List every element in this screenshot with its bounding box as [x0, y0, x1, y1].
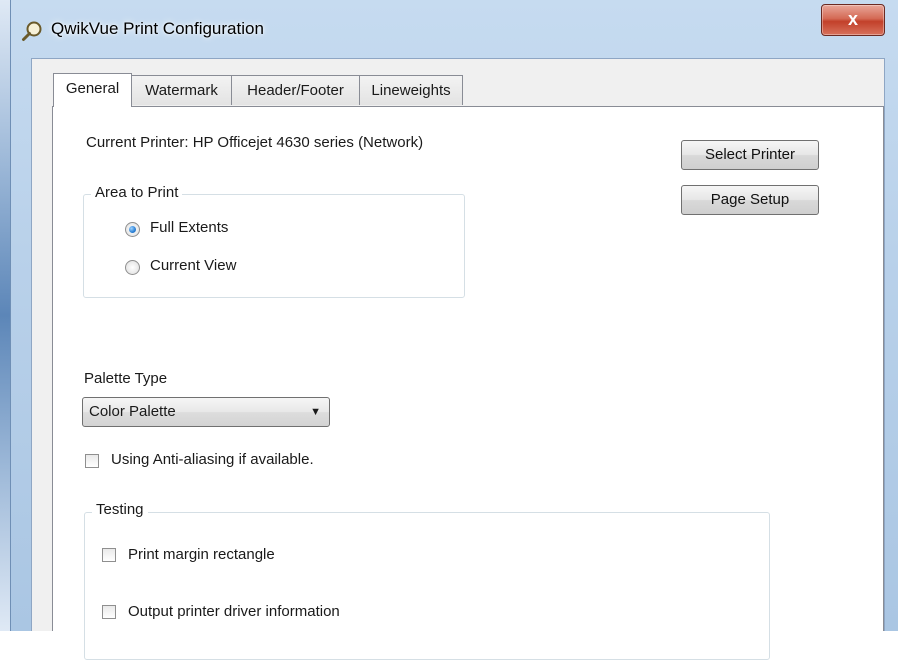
- current-printer-label: Current Printer: HP Officejet 4630 serie…: [86, 134, 424, 151]
- area-to-print-legend: Area to Print: [91, 184, 183, 201]
- general-tab-panel: Current Printer: HP Officejet 4630 serie…: [52, 106, 884, 660]
- area-to-print-group: [83, 194, 465, 298]
- palette-type-value: Color Palette: [89, 403, 176, 420]
- select-printer-button[interactable]: Select Printer: [681, 140, 819, 170]
- print-margin-rectangle-label[interactable]: Print margin rectangle: [128, 546, 275, 563]
- anti-aliasing-label[interactable]: Using Anti-aliasing if available.: [111, 451, 314, 468]
- current-view-label[interactable]: Current View: [150, 257, 236, 274]
- anti-aliasing-checkbox[interactable]: [85, 454, 99, 468]
- print-margin-rectangle-checkbox[interactable]: [102, 548, 116, 562]
- tab-watermark[interactable]: Watermark: [131, 75, 232, 105]
- close-icon: x: [847, 9, 858, 29]
- window-title: QwikVue Print Configuration: [51, 19, 264, 38]
- tab-header-footer[interactable]: Header/Footer: [231, 75, 360, 105]
- testing-group: [84, 512, 770, 660]
- palette-type-label: Palette Type: [84, 370, 168, 387]
- magnifier-icon: [22, 21, 42, 41]
- close-button[interactable]: x: [821, 4, 885, 36]
- page-setup-button[interactable]: Page Setup: [681, 185, 819, 215]
- window-left-edge: [0, 0, 10, 631]
- full-extents-label[interactable]: Full Extents: [150, 219, 228, 236]
- tab-general[interactable]: General: [53, 73, 132, 107]
- title-bar[interactable]: QwikVue Print Configuration x: [11, 0, 898, 55]
- palette-type-select[interactable]: Color Palette ▼: [82, 397, 330, 427]
- testing-legend: Testing: [92, 501, 148, 518]
- output-driver-info-label[interactable]: Output printer driver information: [128, 603, 340, 620]
- current-view-radio[interactable]: [125, 260, 140, 275]
- output-driver-info-checkbox[interactable]: [102, 605, 116, 619]
- chevron-down-icon: ▼: [310, 406, 321, 418]
- full-extents-radio[interactable]: [125, 222, 140, 237]
- dialog-client-area: General Watermark Header/Footer Lineweig…: [31, 58, 885, 660]
- print-config-window: QwikVue Print Configuration x General Wa…: [10, 0, 898, 660]
- tab-lineweights[interactable]: Lineweights: [359, 75, 463, 105]
